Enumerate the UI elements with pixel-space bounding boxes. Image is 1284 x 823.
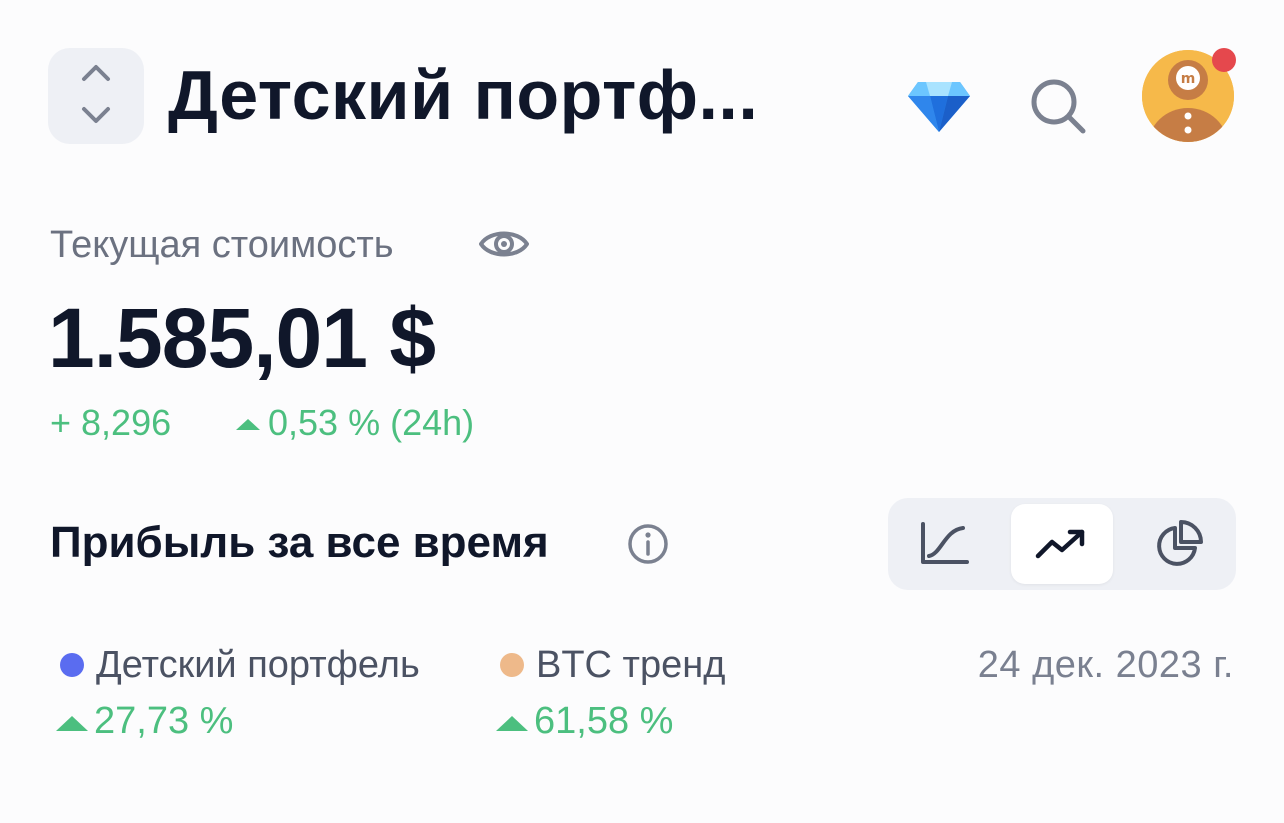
legend-label: BTC тренд <box>536 644 726 686</box>
toggle-visibility-button[interactable] <box>478 226 530 262</box>
portfolio-title[interactable]: Детский портф... <box>168 55 758 135</box>
view-line-chart-button[interactable] <box>894 504 996 584</box>
search-icon <box>1031 79 1086 134</box>
change-absolute: + 8,296 <box>50 402 172 443</box>
chart-view-switcher <box>888 498 1236 590</box>
legend-pct-portfolio: 27,73 % <box>56 698 233 744</box>
view-trend-button[interactable] <box>1011 504 1113 584</box>
legend-dot-portfolio <box>60 653 84 677</box>
up-triangle-icon <box>236 418 260 430</box>
notification-dot <box>1212 48 1236 72</box>
trend-up-icon <box>1035 529 1085 559</box>
legend-dot-btc <box>500 653 524 677</box>
up-triangle-icon <box>496 715 528 731</box>
legend-pct-value: 27,73 % <box>94 700 234 742</box>
eye-icon <box>479 231 529 257</box>
premium-diamond-button[interactable] <box>904 78 974 134</box>
legend-item-portfolio[interactable]: Детский портфель <box>60 642 420 688</box>
legend-label: Детский портфель <box>96 644 420 686</box>
view-pie-chart-button[interactable] <box>1128 504 1230 584</box>
up-triangle-icon <box>56 715 88 731</box>
change-percent-value: 0,53 % (24h) <box>268 402 475 443</box>
legend-pct-btc: 61,58 % <box>496 698 673 744</box>
info-icon <box>628 524 668 564</box>
search-button[interactable] <box>1028 76 1088 136</box>
legend-item-btc[interactable]: BTC тренд <box>500 642 725 688</box>
chevron-up-down-icon <box>82 65 110 123</box>
current-value-label: Текущая стоимость <box>50 224 394 266</box>
pie-chart-icon <box>1157 520 1203 566</box>
profit-info-button[interactable] <box>626 522 670 566</box>
diamond-icon <box>908 82 970 132</box>
chart-date: 24 дек. 2023 г. <box>977 644 1234 686</box>
portfolio-value: 1.585,01 $ <box>48 291 436 385</box>
profit-section-title: Прибыль за все время <box>50 518 549 567</box>
portfolio-switcher-button[interactable] <box>48 48 144 144</box>
line-chart-icon <box>921 522 969 564</box>
svg-text:m: m <box>1181 71 1196 87</box>
change-percent: 0,53 % (24h) <box>236 402 474 444</box>
legend-pct-value: 61,58 % <box>534 700 674 742</box>
